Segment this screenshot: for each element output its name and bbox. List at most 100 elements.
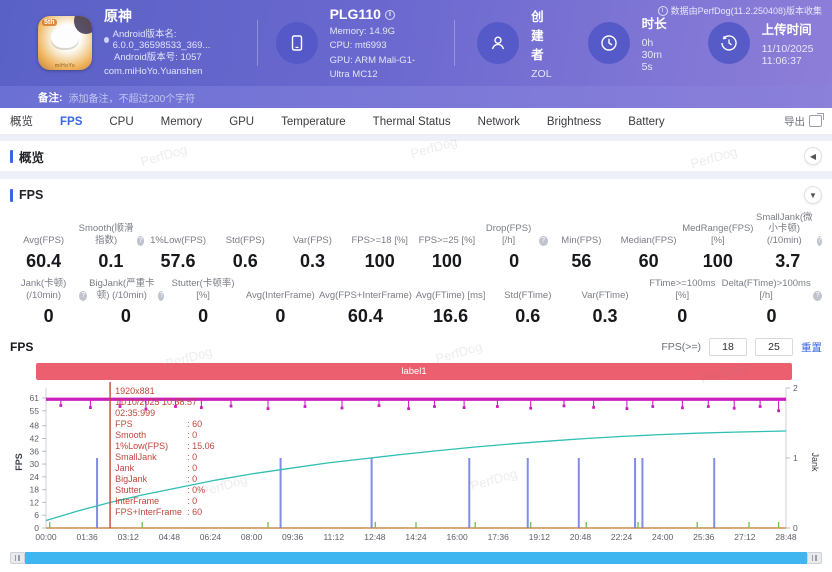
android-version-name: Android版本名: 6.0.0_36598533_369... bbox=[113, 29, 239, 53]
fps-chart[interactable]: 61554842363024181260210FPSJank 00:0001:3… bbox=[10, 382, 822, 550]
help-icon[interactable]: ? bbox=[817, 236, 822, 246]
fps-dip-marker bbox=[496, 405, 499, 408]
remark-label: 备注: bbox=[38, 90, 63, 105]
metric-label: FPS>=25 [%] bbox=[413, 223, 480, 246]
tooltip-head-line: 02:35:999 bbox=[115, 408, 215, 419]
fps-dip-marker bbox=[651, 405, 654, 408]
metric-value: 100 bbox=[682, 251, 753, 272]
collect-note-text: 数据由PerfDog(11.2.250408)版本收集 bbox=[671, 4, 822, 17]
x-tick: 27:12 bbox=[734, 532, 755, 542]
help-icon[interactable]: ? bbox=[137, 236, 144, 246]
tab-network[interactable]: Network bbox=[478, 111, 520, 133]
tab-temperature[interactable]: Temperature bbox=[281, 111, 346, 133]
fps-dip-marker bbox=[733, 407, 736, 410]
fps-dip-marker bbox=[267, 407, 270, 410]
fps-dip-marker bbox=[563, 405, 566, 408]
x-axis-labels: 00:0001:3603:1204:4806:2408:0009:3611:12… bbox=[10, 532, 822, 546]
fps-threshold-high-input[interactable]: 25 bbox=[755, 338, 793, 356]
y-tick: 61 bbox=[30, 393, 40, 403]
tab-battery[interactable]: Battery bbox=[628, 111, 664, 133]
metric-label: Var(FTime) bbox=[566, 278, 643, 301]
metric-value: 57.6 bbox=[144, 251, 211, 272]
y-tick: 6 bbox=[34, 510, 39, 520]
x-tick: 01:36 bbox=[76, 532, 97, 542]
tooltip-head-line: 11/10/2025 10:38:57 bbox=[115, 397, 215, 408]
device-info-icon[interactable]: i bbox=[385, 10, 395, 20]
upload-time-label: 上传时间 bbox=[762, 19, 832, 38]
history-icon bbox=[708, 22, 750, 64]
y-tick: 12 bbox=[30, 498, 40, 508]
metric-label: Median(FPS) bbox=[615, 223, 682, 246]
scrollbar-left-handle[interactable] bbox=[10, 552, 25, 564]
info-icon: i bbox=[658, 6, 668, 16]
tab-gpu[interactable]: GPU bbox=[229, 111, 254, 133]
y-axis-title: FPS bbox=[14, 453, 24, 471]
metric-label: MedRange(FPS)[%] bbox=[682, 223, 753, 246]
fps-metrics-row-1: Avg(FPS)60.4Smooth(顺滑指数)?0.11%Low(FPS)57… bbox=[10, 212, 822, 272]
android-version-code: Android版本号: 1057 bbox=[114, 52, 202, 64]
upload-time-value: 11/10/2025 11:06:37 bbox=[762, 43, 832, 67]
metric-tabbar: 概览 FPS CPU Memory GPU Temperature Thermal Stat… bbox=[0, 108, 832, 135]
metric-label: Smooth(顺滑指数)? bbox=[77, 223, 144, 246]
tab-cpu[interactable]: CPU bbox=[109, 111, 133, 133]
export-label: 导出 bbox=[784, 114, 805, 129]
metric-value: 56 bbox=[548, 251, 615, 272]
fps-collapse-button[interactable]: ▼ bbox=[804, 186, 822, 204]
chart-range-scrollbar[interactable] bbox=[10, 552, 822, 564]
metric-label: Stutter(卡顿率) [%] bbox=[164, 278, 241, 301]
x-tick: 12:48 bbox=[364, 532, 385, 542]
x-tick: 09:36 bbox=[282, 532, 303, 542]
fps-dip-marker bbox=[407, 407, 410, 410]
creator-label: 创建者 bbox=[531, 6, 553, 63]
scrollbar-track[interactable] bbox=[25, 552, 807, 564]
fps-dip-marker bbox=[626, 407, 629, 410]
tab-fps[interactable]: FPS bbox=[60, 111, 82, 133]
x-tick: 20:48 bbox=[570, 532, 591, 542]
metric-label: Delta(FTime)>100ms [/h]? bbox=[721, 278, 822, 301]
x-tick: 04:48 bbox=[159, 532, 180, 542]
metric-stutter-%-: Stutter(卡顿率) [%]0 bbox=[164, 278, 241, 327]
metric-value: 0.3 bbox=[566, 306, 643, 327]
x-tick: 03:12 bbox=[118, 532, 139, 542]
chart-label-banner[interactable]: label1 bbox=[36, 363, 792, 380]
export-button[interactable]: 导出 bbox=[784, 114, 822, 129]
overview-panel: 概览 ◀ bbox=[0, 141, 832, 171]
clock-icon bbox=[588, 22, 630, 64]
remark-input[interactable]: 添加备注，不超过200个字符 bbox=[69, 90, 196, 105]
divider bbox=[454, 20, 455, 66]
cursor-tooltip: 1920x88111/10/2025 10:38:5702:35:999FPS:… bbox=[115, 386, 215, 518]
tab-memory[interactable]: Memory bbox=[161, 111, 203, 133]
y2-axis-title: Jank bbox=[810, 453, 820, 473]
y-tick: 24 bbox=[30, 472, 40, 482]
fps-threshold-reset-button[interactable]: 重置 bbox=[801, 340, 822, 355]
app-brand-text: miHoYo bbox=[38, 63, 92, 69]
tab-thermal-status[interactable]: Thermal Status bbox=[373, 111, 451, 133]
y-tick: 0 bbox=[34, 523, 39, 532]
scrollbar-right-handle[interactable] bbox=[807, 552, 822, 564]
help-icon[interactable]: ? bbox=[79, 291, 87, 301]
fps-dip-marker bbox=[378, 404, 381, 407]
fps-dip-marker bbox=[759, 405, 762, 408]
help-icon[interactable]: ? bbox=[539, 236, 548, 246]
metric-value: 60.4 bbox=[10, 251, 77, 272]
fps-dip-marker bbox=[341, 407, 344, 410]
android-icon bbox=[104, 37, 109, 43]
x-tick: 00:00 bbox=[35, 532, 56, 542]
fps-dip-marker bbox=[304, 405, 307, 408]
metric-value: 0 bbox=[242, 306, 319, 327]
metric-bigjank-10min-: BigJank(严重卡顿) (/10min)?0 bbox=[87, 278, 164, 327]
help-icon[interactable]: ? bbox=[813, 291, 822, 301]
metric-fps-18-%-: FPS>=18 [%]100 bbox=[346, 223, 413, 272]
fps-threshold-low-input[interactable]: 18 bbox=[709, 338, 747, 356]
tab-概览[interactable]: 概览 bbox=[10, 111, 33, 133]
metric-smooth-: Smooth(顺滑指数)?0.1 bbox=[77, 223, 144, 272]
tab-brightness[interactable]: Brightness bbox=[547, 111, 601, 133]
metric-avg-fps-: Avg(FPS)60.4 bbox=[10, 223, 77, 272]
y-tick: 30 bbox=[30, 459, 40, 469]
device-info: PLG110i Memory: 14.9G CPU: mt6993 GPU: A… bbox=[276, 4, 433, 82]
report-header: i 数据由PerfDog(11.2.250408)版本收集 5th miHoYo… bbox=[0, 0, 832, 86]
tooltip-row: FPS+InterFrame: 60 bbox=[115, 507, 215, 518]
overview-title: 概览 bbox=[19, 147, 44, 166]
fps-chart-title: FPS bbox=[10, 340, 33, 354]
overview-collapse-button[interactable]: ◀ bbox=[804, 147, 822, 165]
